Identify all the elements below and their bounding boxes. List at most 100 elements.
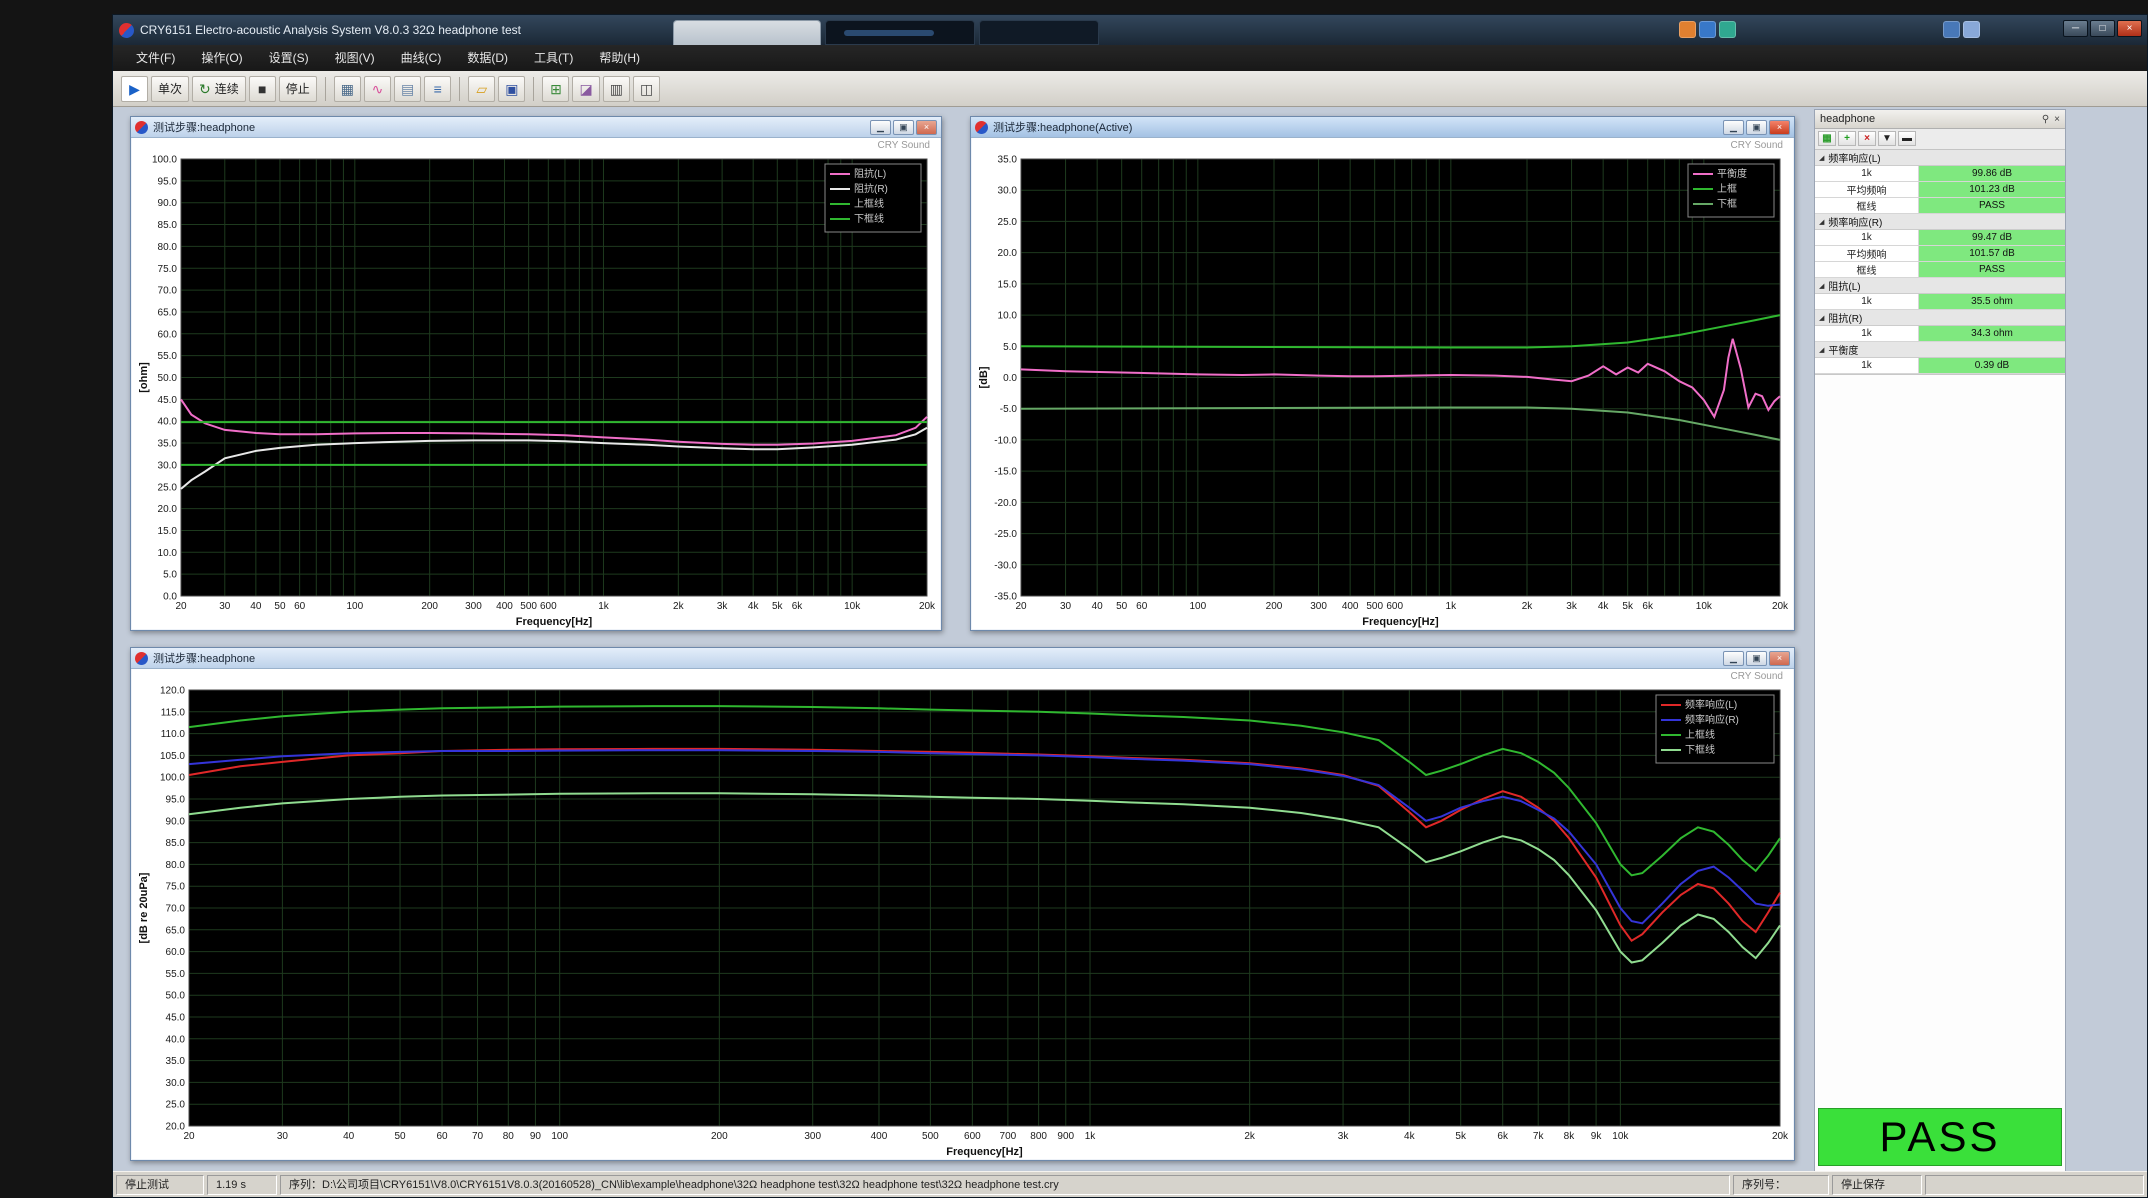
svg-text:5k: 5k (772, 601, 784, 612)
app-close-button[interactable]: × (2117, 20, 2142, 37)
expander-icon: ◢ (1819, 346, 1824, 354)
window-impedance-titlebar[interactable]: 测试步骤:headphone ▁ ▣ × (131, 117, 941, 138)
svg-text:500: 500 (520, 601, 537, 612)
svg-text:500: 500 (1366, 601, 1383, 612)
result-item-value: PASS (1919, 198, 2065, 213)
dock-header[interactable]: headphone ⚲ × (1815, 110, 2065, 129)
svg-text:95.0: 95.0 (158, 176, 178, 187)
svg-text:上框: 上框 (1717, 182, 1737, 195)
window-maximize-button[interactable]: ▣ (1746, 120, 1767, 135)
titlebar-tab-inactive[interactable] (825, 20, 975, 45)
curve-view-button[interactable]: ∿ (364, 76, 391, 102)
result-item-value: 101.57 dB (1919, 246, 2065, 261)
delete-result-button[interactable]: × (1858, 131, 1876, 146)
data-manager-button[interactable]: ≡ (424, 76, 451, 102)
single-test-button[interactable]: 单次 (151, 76, 189, 102)
result-group-row[interactable]: ◢阻抗(R) (1815, 310, 2065, 326)
status-segment-serial: 序列号： (1733, 1175, 1829, 1195)
menu-item-data[interactable]: 数据(D) (454, 45, 521, 71)
save-file-button[interactable]: ▣ (498, 76, 525, 102)
window-minimize-button[interactable]: ▁ (1723, 651, 1744, 666)
window-close-button[interactable]: × (1769, 120, 1790, 135)
result-group-label: 阻抗(L) (1828, 278, 1860, 293)
window-balance-titlebar[interactable]: 测试步骤:headphone(Active) ▁ ▣ × (971, 117, 1794, 138)
add-chart-button[interactable]: ⊞ (542, 76, 569, 102)
stop-mini-button[interactable]: ■ (249, 76, 276, 102)
svg-text:40.0: 40.0 (158, 417, 178, 428)
titlebar-tab-active[interactable] (673, 20, 821, 45)
export-image-button[interactable]: ▤ (394, 76, 421, 102)
window-title: 测试步骤:headphone (153, 650, 1723, 666)
menubar: 文件(F)操作(O)设置(S)视图(V)曲线(C)数据(D)工具(T)帮助(H) (113, 45, 2147, 71)
result-group-row[interactable]: ◢阻抗(L) (1815, 278, 2065, 294)
svg-text:2k: 2k (1522, 601, 1534, 612)
continuous-test-button[interactable]: ↻连续 (192, 76, 246, 102)
tray-icon[interactable] (1943, 21, 1960, 38)
window-icon (135, 652, 148, 665)
dock-close-icon[interactable]: × (2054, 114, 2060, 125)
window-close-button[interactable]: × (916, 120, 937, 135)
menu-item-file[interactable]: 文件(F) (123, 45, 188, 71)
window-maximize-button[interactable]: ▣ (893, 120, 914, 135)
svg-text:40: 40 (250, 601, 262, 612)
balance-chart[interactable]: -35.0-30.0-25.0-20.0-15.0-10.0-5.00.05.0… (975, 153, 1790, 627)
add-result-button[interactable]: + (1838, 131, 1856, 146)
svg-text:频率响应(L): 频率响应(L) (1685, 698, 1737, 711)
result-group-row[interactable]: ◢平衡度 (1815, 342, 2065, 358)
window-minimize-button[interactable]: ▁ (870, 120, 891, 135)
stop-button[interactable]: 停止 (279, 76, 317, 102)
tray-icon[interactable] (1719, 21, 1736, 38)
menu-item-settings[interactable]: 设置(S) (256, 45, 322, 71)
result-table-button[interactable]: ▦ (1818, 131, 1836, 146)
collapse-button[interactable]: ▬ (1898, 131, 1916, 146)
svg-text:[dB re 20uPa]: [dB re 20uPa] (138, 872, 150, 943)
svg-text:65.0: 65.0 (166, 925, 186, 936)
titlebar-tab-inactive-2[interactable] (979, 20, 1099, 45)
open-file-icon: ▱ (476, 82, 487, 96)
svg-text:45.0: 45.0 (166, 1013, 186, 1024)
run-icon: ▶ (129, 82, 140, 96)
app-maximize-button[interactable]: □ (2090, 20, 2115, 37)
svg-text:100.0: 100.0 (152, 155, 177, 166)
open-file-button[interactable]: ▱ (468, 76, 495, 102)
tile-windows-button[interactable]: ▥ (603, 76, 630, 102)
svg-text:-20.0: -20.0 (994, 498, 1017, 509)
svg-text:3k: 3k (1566, 601, 1578, 612)
window-maximize-button[interactable]: ▣ (1746, 651, 1767, 666)
menu-item-tools[interactable]: 工具(T) (521, 45, 586, 71)
svg-text:70: 70 (472, 1131, 484, 1142)
toolbar: ▶ 单次↻连续■停止 ▦∿▤≡ ▱ ▣ ⊞◪▥◫ (113, 71, 2147, 107)
pin-icon[interactable]: ⚲ (2042, 114, 2049, 125)
menu-item-help[interactable]: 帮助(H) (586, 45, 653, 71)
impedance-chart[interactable]: 0.05.010.015.020.025.030.035.040.045.050… (135, 153, 937, 627)
svg-text:200: 200 (1266, 601, 1283, 612)
menu-item-view[interactable]: 视图(V) (322, 45, 388, 71)
result-group-row[interactable]: ◢频率响应(L) (1815, 150, 2065, 166)
chart-style-button[interactable]: ◪ (572, 76, 599, 102)
svg-text:400: 400 (496, 601, 513, 612)
svg-text:10k: 10k (1696, 601, 1713, 612)
move-down-button[interactable]: ▼ (1878, 131, 1896, 146)
result-group-row[interactable]: ◢频率响应(R) (1815, 214, 2065, 230)
tray-icon[interactable] (1963, 21, 1980, 38)
svg-text:15.0: 15.0 (158, 526, 178, 537)
app-minimize-button[interactable]: ─ (2063, 20, 2088, 37)
window-frequency-response-titlebar[interactable]: 测试步骤:headphone ▁ ▣ × (131, 648, 1794, 669)
run-button[interactable]: ▶ (121, 76, 148, 102)
tray-icon[interactable] (1699, 21, 1716, 38)
results-table: ◢频率响应(L)1k99.86 dB平均频响101.23 dB框线PASS◢频率… (1815, 150, 2065, 375)
test-settings-button[interactable]: ▦ (334, 76, 361, 102)
frequency-response-chart[interactable]: 20.025.030.035.040.045.050.055.060.065.0… (135, 684, 1790, 1157)
titlebar[interactable]: CRY6151 Electro-acoustic Analysis System… (113, 15, 2147, 45)
column-layout-button[interactable]: ◫ (633, 76, 660, 102)
svg-text:80: 80 (503, 1131, 515, 1142)
window-minimize-button[interactable]: ▁ (1723, 120, 1744, 135)
svg-text:1k: 1k (1446, 601, 1458, 612)
tray-icon[interactable] (1679, 21, 1696, 38)
menu-item-operate[interactable]: 操作(O) (188, 45, 255, 71)
svg-text:20.0: 20.0 (998, 248, 1018, 259)
svg-text:上框线: 上框线 (854, 197, 884, 210)
svg-text:50.0: 50.0 (166, 991, 186, 1002)
window-close-button[interactable]: × (1769, 651, 1790, 666)
menu-item-curve[interactable]: 曲线(C) (388, 45, 455, 71)
